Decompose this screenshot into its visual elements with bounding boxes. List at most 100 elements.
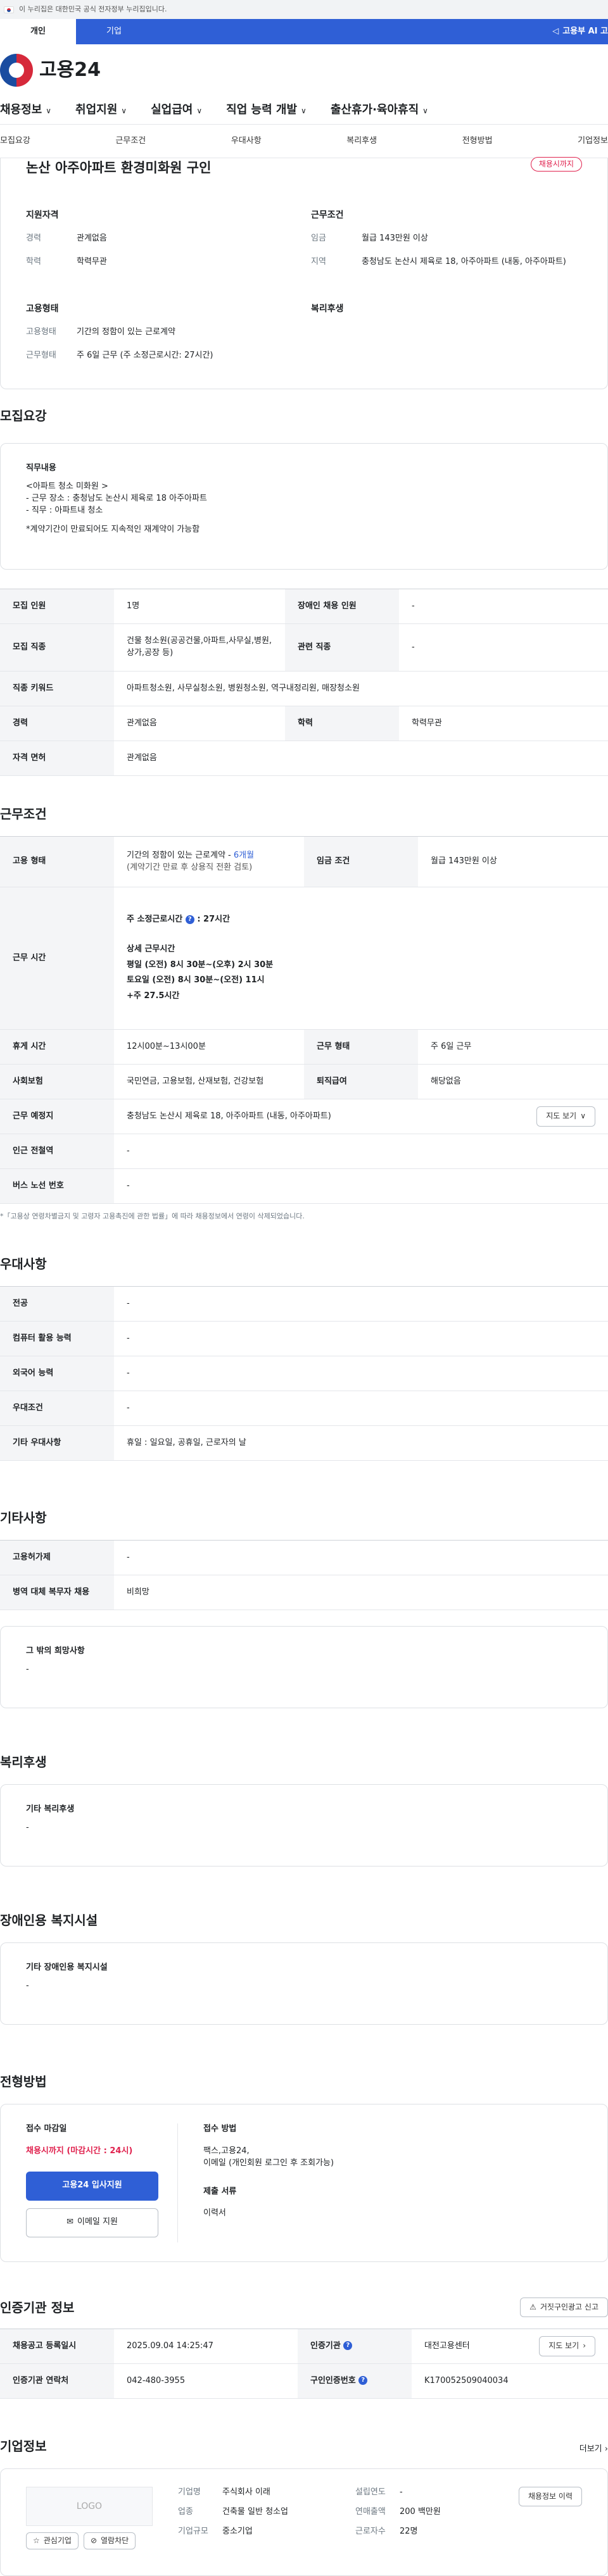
map-btn-label: 지도 보기 [546,1111,577,1121]
nav-item-employment-support[interactable]: 취업지원 ∨ [75,102,127,118]
anchor-pref[interactable]: 우대사항 [231,135,262,147]
ai-chat-link[interactable]: ◁ 고용부 AI 고 [552,19,608,44]
duty-box: 직무내용 <아파트 청소 미화원 > - 근무 장소 : 충청남도 논산시 제육… [0,443,608,570]
duty-line: - 직무 : 아파트내 청소 [26,505,103,515]
help-icon[interactable]: ? [185,915,194,924]
table-header: 채용공고 등록일시 [0,2329,114,2364]
table-row: 전공 - [0,1286,608,1322]
info-value: 건축물 일반 청소업 [222,2506,288,2517]
table-header: 고용허가제 [0,1540,114,1575]
tab-company[interactable]: 기업 [76,19,152,44]
anchor-company[interactable]: 기업정보 [578,135,608,147]
nav-label: 출산휴가·육아휴직 [330,103,419,116]
welfare-title: 복리후생 [311,304,344,314]
table-row: 고용허가제 - [0,1540,608,1575]
table-row: 인근 전철역 - [0,1134,608,1169]
pref-heading-row: 우대사항 [0,1229,608,1286]
age-footnote: * 「고용상 연령차별금지 및 고령자 고용촉진에 관한 법률」에 따라 채용정보… [0,1204,608,1229]
other-wishes-box: 그 밖의 희망사항 - [0,1626,608,1708]
disab-value: - [26,1980,29,1991]
favorite-company-button[interactable]: ☆ 관심기업 [26,2532,79,2550]
qual-value: 학력무관 [77,257,107,267]
table-header: 기타 우대사항 [0,1425,114,1461]
table-row: 사회보험 국민연금, 고용보험, 산재보험, 건강보험 퇴직급여 해당없음 [0,1064,608,1099]
employment-group: 고용형태 고용형태 기간의 정함이 있는 근로계약 근무형태 주 6일 근무 (주 … [26,303,292,373]
table-cell: 아파트청소원, 사무실청소원, 병원청소원, 역구내정리원, 매장청소원 [114,671,608,706]
table-header: 인증기관 연락처 [0,2363,114,2399]
map-view-button[interactable]: 지도 보기 ∨ [536,1106,595,1127]
table-cell: 기간의 정함이 있는 근로계약 - 6개월 (계약기간 만료 후 상용직 전환 … [114,836,304,887]
info-key: 설립연도 [355,2487,386,2497]
table-row: 외국어 능력 - [0,1356,608,1391]
anchor-work[interactable]: 근무조건 [115,135,146,147]
docs-label: 제출 서류 [203,2186,237,2196]
help-icon[interactable]: ? [343,2341,353,2351]
table-cell: 관계없음 [114,706,285,741]
table-header: 컴퓨터 활용 능력 [0,1321,114,1356]
emp-type-text: 기간의 정함이 있는 근로계약 - [127,850,234,860]
nav-label: 취업지원 [75,103,118,116]
nav-label: 실업급여 [151,103,193,116]
process-right: 접수 방법 팩스,고용24, 이메일 (개인회원 로그인 후 조회가능) 제출 … [178,2123,334,2242]
table-header: 고용 형태 [0,836,114,887]
table-cell: 대전고용센터 지도 보기 › [412,2329,608,2364]
member-type-tabs: 개인 기업 ◁ 고용부 AI 고 [0,19,608,44]
hours-line: 토요일 (오전) 8시 30분~(오전) 11시 [127,975,265,985]
cond-value: 충청남도 논산시 제육로 18, 아주아파트 (내동, 아주아파트) [362,257,566,267]
recruit-heading-row: 모집요강 [0,389,608,443]
tab-personal[interactable]: 개인 [0,19,76,44]
process-left: 접수 마감일 채용시까지 (마감시간 : 24시) 고용24 입사지원 ✉ 이메일… [26,2123,178,2242]
table-row: 기타 우대사항 휴일 : 일요일, 공휴일, 근로자의 날 [0,1425,608,1461]
nav-item-unemployment-benefit[interactable]: 실업급여 ∨ [151,102,202,118]
method-line: 이메일 (개인회원 로그인 후 조회가능) [203,2158,334,2168]
emp-title: 고용형태 [26,304,59,314]
report-fake-ad-button[interactable]: ⚠ 거짓구인광고 신고 [520,2297,608,2317]
hours-line: +주 27.5시간 [127,991,180,1001]
other-label: 그 밖의 희망사항 [26,1646,85,1656]
anchor-recruit[interactable]: 모집요강 [0,135,30,147]
table-cell: 해당없음 [418,1064,608,1099]
star-icon: ☆ [33,2536,40,2545]
org-label: 인증기관 [310,2341,341,2351]
condition-group: 근무조건 임금 월급 143만원 이상 지역 충청남도 논산시 제육로 18, 아주… [311,209,583,280]
korea-flag-icon [4,6,14,13]
table-cell: - [114,1356,608,1391]
nav-item-jobs[interactable]: 채용정보 ∨ [0,102,51,118]
recruit-heading: 모집요강 [0,408,47,423]
table-cell: 12시00분~13시00분 [114,1029,304,1065]
info-key: 기업명 [178,2487,201,2497]
gov-banner-text: 이 누리집은 대한민국 공식 전자정부 누리집입니다. [19,5,167,14]
anchor-process[interactable]: 전형방법 [462,135,493,147]
table-header: 자격 면허 [0,741,114,776]
site-logo[interactable]: 고용24 [0,44,608,96]
agency-map-button[interactable]: 지도 보기 › [539,2336,595,2356]
help-icon[interactable]: ? [358,2376,368,2385]
block-view-button[interactable]: ⊘ 열람차단 [83,2532,136,2550]
process-heading: 전형방법 [0,2074,47,2089]
anchor-welfare[interactable]: 복리후생 [346,135,377,147]
work-heading: 근무조건 [0,806,47,822]
table-row: 직종 키워드 아파트청소원, 사무실청소원, 병원청소원, 역구내정리원, 매장… [0,671,608,706]
duty-line: - 근무 장소 : 충청남도 논산시 제육로 18 아주아파트 [26,493,207,503]
agency-table: 채용공고 등록일시 2025.09.04 14:25:47 인증기관 ? 대전고… [0,2329,608,2399]
nav-item-leave[interactable]: 출산휴가·육아휴직 ∨ [331,102,428,118]
ai-link-label: 고용부 AI 고 [562,26,608,36]
table-cell: 주 소정근로시간 ? : 27시간 상세 근무시간 평일 (오전) 8시 30분… [114,887,608,1030]
emp-value: 기간의 정함이 있는 근로계약 [77,327,175,337]
email-apply-button[interactable]: ✉ 이메일 지원 [26,2208,158,2237]
nav-item-training[interactable]: 직업 능력 개발 ∨ [226,102,307,118]
company-actions: 채용정보 이력 [518,2487,582,2558]
info-key: 업종 [178,2506,193,2517]
welfare-heading: 복리후생 [0,1754,47,1770]
qualification-group: 지원자격 경력 관계없음 학력 학력무관 [26,209,279,280]
info-key: 근로자수 [355,2526,386,2536]
emp-key: 고용형태 [26,327,56,337]
status-badge: 채용시까지 [530,157,582,172]
apply-button[interactable]: 고용24 입사지원 [26,2171,158,2201]
taegeuk-logo-icon [0,54,33,87]
table-header: 학력 [285,706,399,741]
table-header: 우대조건 [0,1391,114,1426]
table-row: 병역 대체 복무자 채용 비희망 [0,1575,608,1610]
more-link[interactable]: 더보기 › [580,2444,608,2456]
job-history-button[interactable]: 채용정보 이력 [518,2487,582,2507]
